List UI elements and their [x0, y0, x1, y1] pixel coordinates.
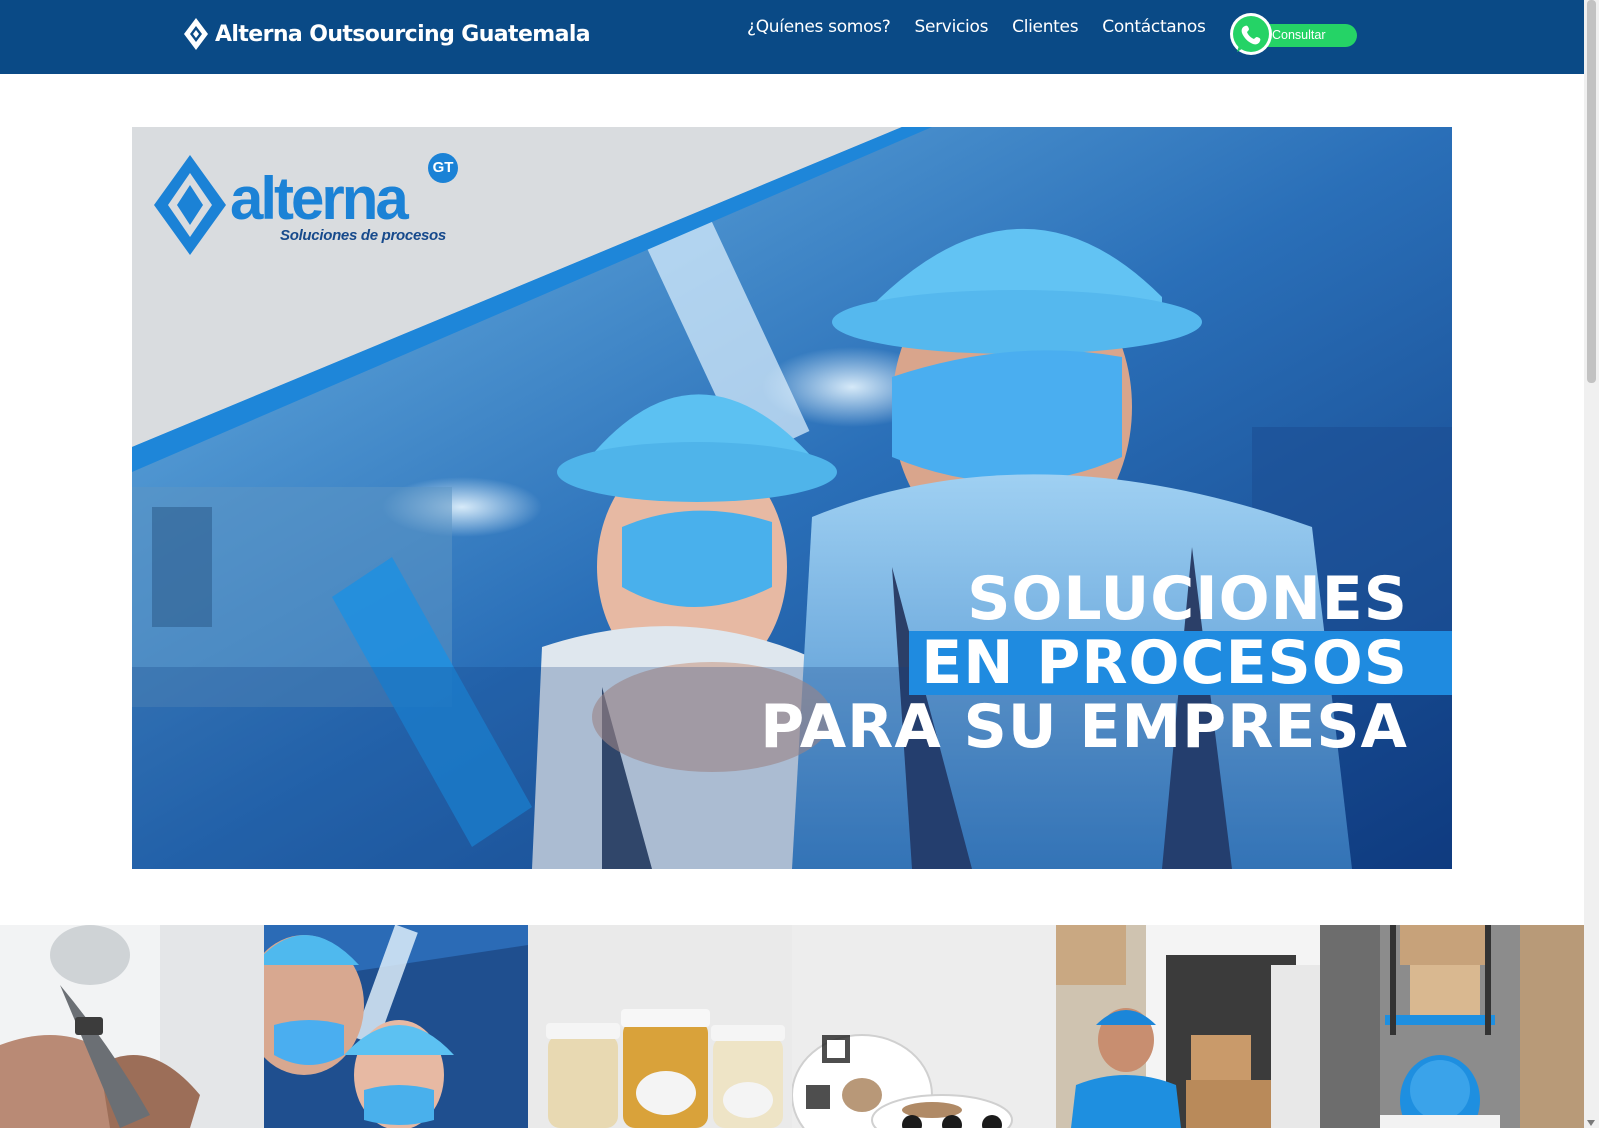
thumb-warehouse-forklift[interactable] — [1320, 925, 1584, 1128]
site-header: Alterna Outsourcing Guatemala ¿Quíenes s… — [0, 0, 1584, 74]
hero-logo-tagline: Soluciones de procesos — [280, 227, 446, 244]
alterna-logo-diamond-icon — [154, 155, 226, 255]
thumb-workers-hardhats[interactable] — [264, 925, 528, 1128]
thumb-spice-jars[interactable] — [528, 925, 792, 1128]
whatsapp-consult-button[interactable]: Consultar — [1229, 12, 1361, 58]
hero-banner[interactable]: alterna GT Soluciones de procesos SOLUCI… — [132, 127, 1452, 869]
hero-alterna-logo: alterna GT Soluciones de procesos — [152, 153, 462, 257]
brand-name: Alterna Outsourcing Guatemala — [215, 21, 591, 47]
label-rolls-photo — [792, 925, 1056, 1128]
spice-jars-photo — [528, 925, 792, 1128]
thumb-delivery-van[interactable] — [1056, 925, 1320, 1128]
service-thumbnails — [0, 925, 1584, 1128]
alterna-diamond-icon — [184, 18, 208, 50]
nav-servicios[interactable]: Servicios — [914, 17, 988, 37]
main-nav: ¿Quíenes somos? Servicios Clientes Contá… — [747, 17, 1206, 37]
hero-headline-line-1: SOLUCIONES — [967, 564, 1408, 634]
thumb-label-rolls[interactable] — [792, 925, 1056, 1128]
delivery-van-photo — [1056, 925, 1320, 1128]
nav-contactanos[interactable]: Contáctanos — [1102, 17, 1206, 37]
warehouse-forklift-photo — [1320, 925, 1584, 1128]
hero-headline-line-3: PARA SU EMPRESA — [760, 692, 1408, 762]
hero-logo-badge: GT — [428, 153, 458, 183]
thumb-hands-together[interactable] — [0, 925, 264, 1128]
hero-headline-line-2: EN PROCESOS — [909, 631, 1452, 695]
nav-clientes[interactable]: Clientes — [1012, 17, 1078, 37]
scroll-down-arrow-icon[interactable] — [1587, 1120, 1595, 1126]
hero-logo-word: alterna — [230, 165, 409, 232]
page-scrollbar[interactable] — [1584, 0, 1599, 1128]
scrollbar-thumb[interactable] — [1587, 0, 1596, 383]
workers-hardhats-photo — [264, 925, 528, 1128]
hero-headline: SOLUCIONES EN PROCESOS PARA SU EMPRESA — [132, 567, 1452, 759]
hands-together-photo — [0, 925, 264, 1128]
brand-link[interactable]: Alterna Outsourcing Guatemala — [183, 16, 591, 52]
whatsapp-icon — [1230, 13, 1272, 55]
nav-quienes-somos[interactable]: ¿Quíenes somos? — [747, 17, 891, 37]
